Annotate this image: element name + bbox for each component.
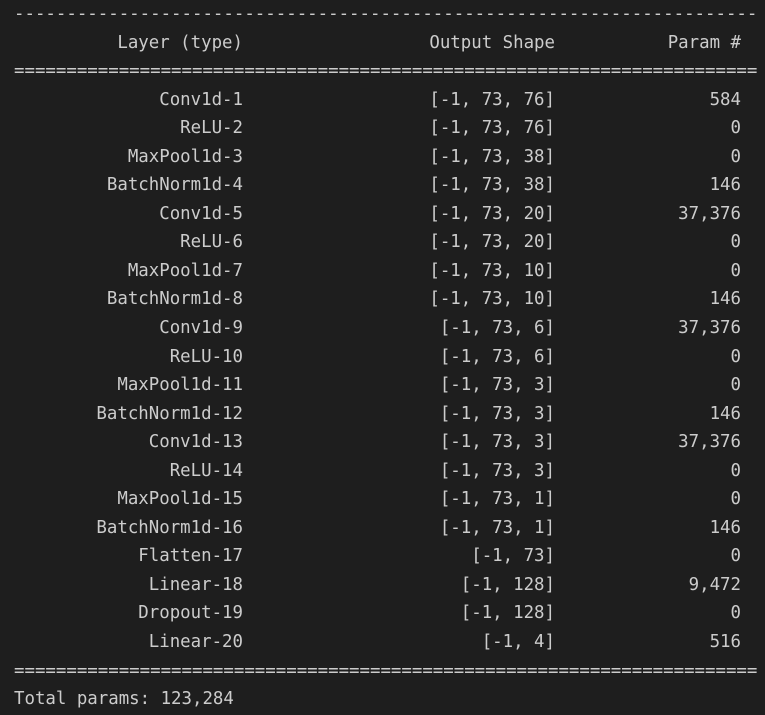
table-row: Conv1d-13 [-1, 73, 3] 37,376 — [14, 428, 765, 457]
param-count: 584 — [709, 89, 741, 110]
bottom-equals-separator: ========================================… — [14, 660, 758, 681]
output-shape: [-1, 73, 38] — [429, 146, 555, 167]
output-shape: [-1, 73, 76] — [429, 118, 555, 139]
output-shape: [-1, 73, 3] — [439, 403, 555, 424]
table-row: MaxPool1d-7 [-1, 73, 10] 0 — [14, 257, 765, 286]
header-layer-type: Layer (type) — [117, 32, 243, 53]
layer-name: ReLU-10 — [169, 346, 243, 367]
param-count: 0 — [730, 346, 741, 367]
table-row: BatchNorm1d-4 [-1, 73, 38] 146 — [14, 171, 765, 200]
param-count: 0 — [730, 232, 741, 253]
terminal-output: ----------------------------------------… — [0, 0, 765, 715]
output-shape: [-1, 128] — [460, 574, 555, 595]
layer-name: MaxPool1d-15 — [117, 489, 243, 510]
param-count: 37,376 — [678, 203, 741, 224]
output-shape: [-1, 73, 1] — [439, 489, 555, 510]
table-row: ReLU-6 [-1, 73, 20] 0 — [14, 228, 765, 257]
param-count: 0 — [730, 460, 741, 481]
header-param-count: Param # — [667, 32, 741, 53]
param-count: 0 — [730, 375, 741, 396]
output-shape: [-1, 73, 3] — [439, 375, 555, 396]
layer-name: BatchNorm1d-16 — [96, 517, 243, 538]
param-count: 0 — [730, 489, 741, 510]
param-count: 0 — [730, 546, 741, 567]
layer-name: Flatten-17 — [138, 546, 243, 567]
table-row: MaxPool1d-3 [-1, 73, 38] 0 — [14, 143, 765, 172]
total-params: Total params: 123,284 — [14, 689, 234, 710]
layer-name: ReLU-14 — [169, 460, 243, 481]
layer-name: ReLU-2 — [180, 118, 243, 139]
output-shape: [-1, 73, 10] — [429, 260, 555, 281]
param-count: 0 — [730, 603, 741, 624]
table-row: Dropout-19 [-1, 128] 0 — [14, 599, 765, 628]
output-shape: [-1, 73, 10] — [429, 289, 555, 310]
param-count: 146 — [709, 175, 741, 196]
param-count: 9,472 — [688, 574, 741, 595]
table-row: ReLU-14 [-1, 73, 3] 0 — [14, 457, 765, 486]
table-row: BatchNorm1d-12 [-1, 73, 3] 146 — [14, 400, 765, 429]
param-count: 146 — [709, 289, 741, 310]
layer-name: Linear-18 — [148, 574, 243, 595]
param-count: 0 — [730, 146, 741, 167]
table-row: ReLU-10 [-1, 73, 6] 0 — [14, 343, 765, 372]
output-shape: [-1, 73, 20] — [429, 203, 555, 224]
layer-name: MaxPool1d-11 — [117, 375, 243, 396]
output-shape: [-1, 73, 6] — [439, 346, 555, 367]
layer-name: BatchNorm1d-12 — [96, 403, 243, 424]
top-dash-separator: ----------------------------------------… — [14, 4, 758, 24]
param-count: 0 — [730, 260, 741, 281]
param-count: 0 — [730, 118, 741, 139]
table-row: MaxPool1d-15 [-1, 73, 1] 0 — [14, 485, 765, 514]
layer-name: Conv1d-13 — [148, 432, 243, 453]
table-row: ReLU-2 [-1, 73, 76] 0 — [14, 114, 765, 143]
param-count: 37,376 — [678, 318, 741, 339]
output-shape: [-1, 73, 76] — [429, 89, 555, 110]
layer-name: MaxPool1d-7 — [127, 260, 243, 281]
header-equals-separator: ========================================… — [14, 61, 758, 82]
layer-name: Linear-20 — [148, 632, 243, 653]
table-row: Flatten-17 [-1, 73] 0 — [14, 542, 765, 571]
table-row: Conv1d-5 [-1, 73, 20] 37,376 — [14, 200, 765, 229]
output-shape: [-1, 128] — [460, 603, 555, 624]
param-count: 516 — [709, 632, 741, 653]
output-shape: [-1, 73, 20] — [429, 232, 555, 253]
layer-name: BatchNorm1d-4 — [106, 175, 243, 196]
table-row: BatchNorm1d-8 [-1, 73, 10] 146 — [14, 285, 765, 314]
table-row: Linear-20 [-1, 4] 516 — [14, 628, 765, 657]
layer-name: BatchNorm1d-8 — [106, 289, 243, 310]
table-row: BatchNorm1d-16 [-1, 73, 1] 146 — [14, 514, 765, 543]
param-count: 146 — [709, 403, 741, 424]
output-shape: [-1, 73] — [471, 546, 555, 567]
output-shape: [-1, 73, 6] — [439, 318, 555, 339]
layer-name: Conv1d-9 — [159, 318, 243, 339]
layer-name: Dropout-19 — [138, 603, 243, 624]
param-count: 146 — [709, 517, 741, 538]
output-shape: [-1, 73, 3] — [439, 432, 555, 453]
output-shape: [-1, 73, 38] — [429, 175, 555, 196]
output-shape: [-1, 73, 1] — [439, 517, 555, 538]
table-row: Linear-18 [-1, 128] 9,472 — [14, 571, 765, 600]
layer-name: MaxPool1d-3 — [127, 146, 243, 167]
layer-name: ReLU-6 — [180, 232, 243, 253]
table-row: Conv1d-1 [-1, 73, 76] 584 — [14, 86, 765, 115]
output-shape: [-1, 4] — [481, 632, 555, 653]
layer-name: Conv1d-1 — [159, 89, 243, 110]
table-header: Layer (type) Output Shape Param # — [14, 29, 765, 58]
output-shape: [-1, 73, 3] — [439, 460, 555, 481]
table-row: Conv1d-9 [-1, 73, 6] 37,376 — [14, 314, 765, 343]
header-output-shape: Output Shape — [429, 32, 555, 53]
layer-name: Conv1d-5 — [159, 203, 243, 224]
table-row: MaxPool1d-11 [-1, 73, 3] 0 — [14, 371, 765, 400]
layer-table-body: Conv1d-1 [-1, 73, 76] 584 ReLU-2 [-1, 73, 76… — [14, 86, 765, 657]
param-count: 37,376 — [678, 432, 741, 453]
